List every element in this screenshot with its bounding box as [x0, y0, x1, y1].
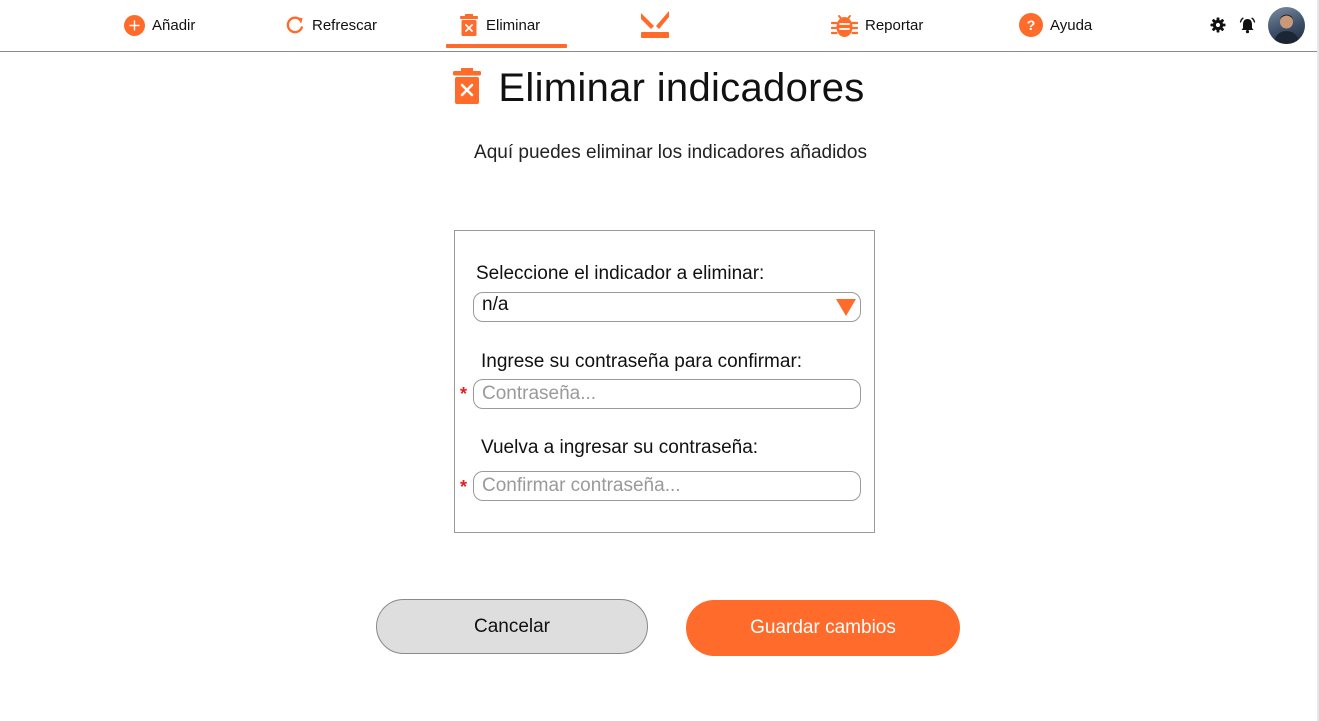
confirm-password-input[interactable] [473, 471, 861, 501]
nav-add-label: Añadir [152, 16, 196, 34]
indicator-select[interactable]: n/a [473, 292, 861, 322]
gear-icon[interactable] [1210, 17, 1226, 38]
bug-icon [831, 12, 858, 39]
delete-indicator-form: Seleccione el indicador a eliminar: n/a … [454, 230, 875, 533]
app-window: Añadir Refrescar Eliminar Reportar ? Ayu… [0, 0, 1319, 721]
nav-report-button[interactable]: Reportar [831, 0, 923, 50]
caret-down-icon [836, 299, 856, 322]
password-label: Ingrese su contraseña para confirmar: [481, 351, 803, 372]
required-marker: * [460, 384, 468, 404]
nav-report-label: Reportar [865, 16, 924, 34]
nav-help-button[interactable]: ? Ayuda [1019, 0, 1092, 50]
avatar[interactable] [1268, 7, 1305, 44]
plus-circle-icon [124, 14, 145, 36]
password-input[interactable] [473, 379, 861, 409]
question-circle-icon: ? [1019, 13, 1043, 37]
refresh-icon [285, 15, 305, 35]
active-tab-indicator [446, 44, 567, 48]
nav-refresh-button[interactable]: Refrescar [285, 0, 377, 50]
confirm-password-label: Vuelva a ingresar su contraseña: [481, 437, 759, 458]
trash-icon [459, 13, 479, 37]
nav-refresh-label: Refrescar [312, 16, 378, 34]
cancel-button[interactable]: Cancelar [376, 599, 648, 654]
indicator-select-value: n/a [482, 294, 509, 315]
page-title: Eliminar indicadores [498, 66, 865, 110]
logo-icon[interactable] [639, 10, 671, 45]
page-subtitle: Aquí puedes eliminar los indicadores aña… [474, 142, 867, 163]
indicator-select-label: Seleccione el indicador a eliminar: [476, 263, 765, 284]
required-marker: * [460, 477, 468, 497]
nav-delete-label: Eliminar [486, 16, 541, 34]
nav-delete-tab[interactable]: Eliminar [459, 0, 540, 50]
save-changes-button[interactable]: Guardar cambios [686, 600, 960, 656]
nav-help-label: Ayuda [1050, 16, 1093, 34]
nav-add-button[interactable]: Añadir [124, 0, 195, 50]
top-nav: Añadir Refrescar Eliminar Reportar ? Ayu… [0, 0, 1317, 52]
svg-text:?: ? [1027, 17, 1036, 33]
trash-icon [452, 67, 482, 110]
page-header: Eliminar indicadores [0, 66, 1317, 111]
bell-icon[interactable] [1239, 17, 1256, 39]
